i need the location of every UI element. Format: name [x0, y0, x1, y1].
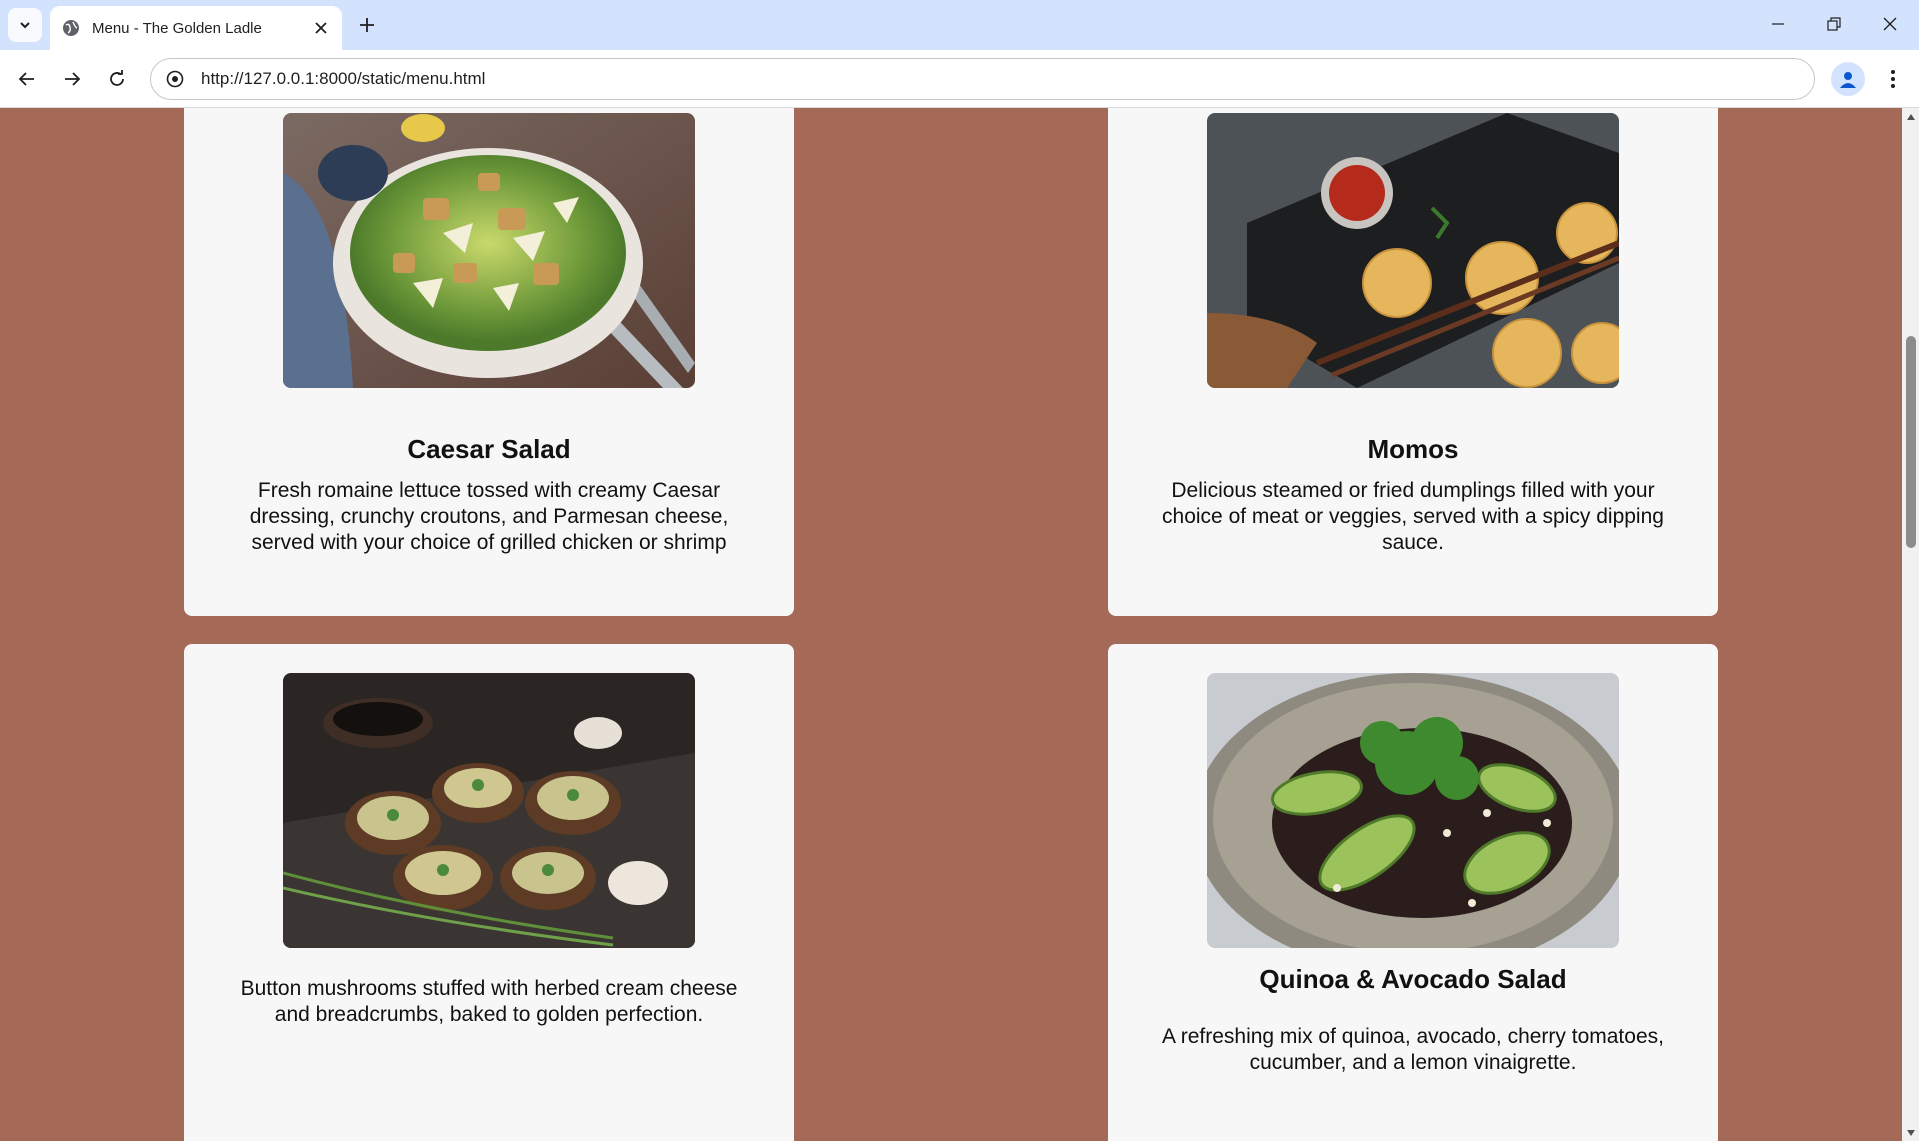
caesar-salad-photo [283, 113, 695, 388]
scroll-down-button[interactable] [1902, 1124, 1919, 1141]
stuffed-mushrooms-photo [283, 673, 695, 948]
menu-card: Caesar Salad Fresh romaine lettuce tosse… [184, 108, 794, 616]
profile-button[interactable] [1831, 62, 1865, 96]
new-tab-button[interactable] [352, 10, 382, 40]
menu-item-name: Caesar Salad [407, 434, 571, 464]
menu-item-name: Quinoa & Avocado Salad [1259, 964, 1567, 994]
scroll-up-button[interactable] [1902, 108, 1919, 125]
browser-toolbar: http://127.0.0.1:8000/static/menu.html [0, 50, 1919, 108]
tab-title: Menu - The Golden Ladle [92, 19, 262, 37]
menu-card: Quinoa & Avocado Salad A refreshing mix … [1108, 644, 1718, 1141]
minimize-icon [1772, 23, 1784, 25]
scrollbar-thumb[interactable] [1906, 336, 1916, 548]
tab-search-button[interactable] [8, 8, 42, 42]
more-vert-icon [1891, 70, 1895, 88]
url-text: http://127.0.0.1:8000/static/menu.html [201, 69, 486, 88]
menu-item-name: Momos [1367, 434, 1459, 464]
page-scrollbar[interactable] [1902, 108, 1919, 1141]
minimize-button[interactable] [1750, 0, 1806, 48]
site-info-icon [166, 70, 184, 88]
triangle-up-icon [1906, 113, 1915, 120]
globe-icon [63, 20, 79, 36]
momos-photo [1207, 113, 1619, 388]
menu-card: Momos Delicious steamed or fried dumplin… [1108, 108, 1718, 616]
active-tab[interactable]: Menu - The Golden Ladle [50, 6, 342, 50]
person-icon [1840, 72, 1856, 88]
menu-card: Button mushrooms stuffed with herbed cre… [184, 644, 794, 1141]
menu-item-description: Button mushrooms stuffed with herbed cre… [240, 977, 738, 1026]
close-window-button[interactable] [1862, 0, 1918, 48]
close-icon [315, 22, 327, 34]
address-bar[interactable]: http://127.0.0.1:8000/static/menu.html [150, 58, 1815, 100]
back-button[interactable] [9, 61, 45, 97]
reload-icon [110, 70, 124, 86]
triangle-down-icon [1906, 1129, 1915, 1136]
menu-item-description: Fresh romaine lettuce tossed with creamy… [249, 479, 729, 554]
arrow-right-icon [65, 72, 81, 86]
tab-strip: Menu - The Golden Ladle [0, 0, 1919, 50]
quinoa-avocado-salad-photo [1207, 673, 1619, 948]
plus-icon [360, 18, 374, 32]
site-info-button[interactable] [163, 67, 187, 91]
forward-button[interactable] [54, 61, 90, 97]
arrow-left-icon [18, 72, 34, 86]
restore-icon [1827, 17, 1841, 31]
menu-item-description: Delicious steamed or fried dumplings fil… [1162, 479, 1664, 554]
close-tab-button[interactable] [310, 17, 332, 39]
reload-button[interactable] [99, 61, 135, 97]
page-viewport: Caesar Salad Fresh romaine lettuce tosse… [0, 108, 1902, 1141]
close-icon [1883, 17, 1897, 31]
chevron-down-icon [20, 22, 30, 29]
restore-button[interactable] [1806, 0, 1862, 48]
browser-menu-button[interactable] [1876, 62, 1910, 96]
menu-item-description: A refreshing mix of quinoa, avocado, che… [1162, 1025, 1664, 1074]
